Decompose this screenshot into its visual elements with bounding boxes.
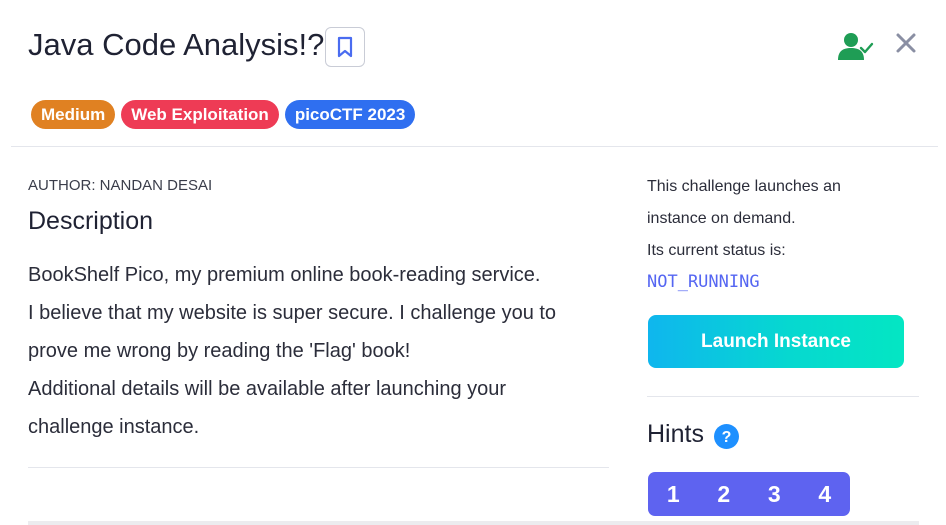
category-tag[interactable]: Web Exploitation [121, 100, 279, 129]
instance-info: This challenge launches an instance on d… [647, 171, 907, 267]
user-check-icon[interactable] [838, 31, 874, 61]
hint-tab-2[interactable]: 2 [699, 472, 750, 516]
hint-tab-4[interactable]: 4 [800, 472, 851, 516]
launch-instance-button[interactable]: Launch Instance [648, 315, 904, 368]
hint-tab-1[interactable]: 1 [648, 472, 699, 516]
description-line: BookShelf Pico, my premium online book-r… [28, 264, 541, 286]
bookmark-button[interactable] [325, 27, 365, 67]
hints-heading: Hints [647, 420, 704, 448]
page-title: Java Code Analysis!?! [28, 27, 334, 62]
event-tag[interactable]: picoCTF 2023 [284, 100, 416, 129]
description-line: challenge instance. [28, 416, 200, 438]
instance-info-line: instance on demand. [647, 210, 796, 227]
description-line: Additional details will be available aft… [28, 378, 507, 400]
description-line: I believe that my website is super secur… [28, 302, 557, 324]
instance-info-line: This challenge launches an [647, 178, 841, 195]
bottom-panel-edge [28, 521, 919, 525]
difficulty-tag[interactable]: Medium [31, 100, 116, 129]
description-heading: Description [28, 207, 154, 235]
tag-list: Medium Web Exploitation picoCTF 2023 [31, 100, 416, 129]
header-divider [11, 146, 938, 147]
author-label: AUTHOR: NANDAN DESAI [28, 177, 213, 194]
description-text: BookShelf Pico, my premium online book-r… [28, 256, 618, 446]
description-line: prove me wrong by reading the 'Flag' boo… [28, 340, 411, 362]
instance-status: NOT_RUNNING [647, 272, 760, 292]
instance-info-line: Its current status is: [647, 242, 786, 259]
sidebar-divider [647, 396, 919, 397]
svg-text:?: ? [722, 429, 732, 446]
hint-tab-3[interactable]: 3 [749, 472, 800, 516]
help-icon[interactable]: ? [714, 424, 739, 449]
hints-tabs: 1 2 3 4 [648, 472, 850, 516]
bookmark-icon [337, 36, 353, 58]
close-icon[interactable] [894, 31, 918, 55]
description-divider [28, 467, 609, 468]
